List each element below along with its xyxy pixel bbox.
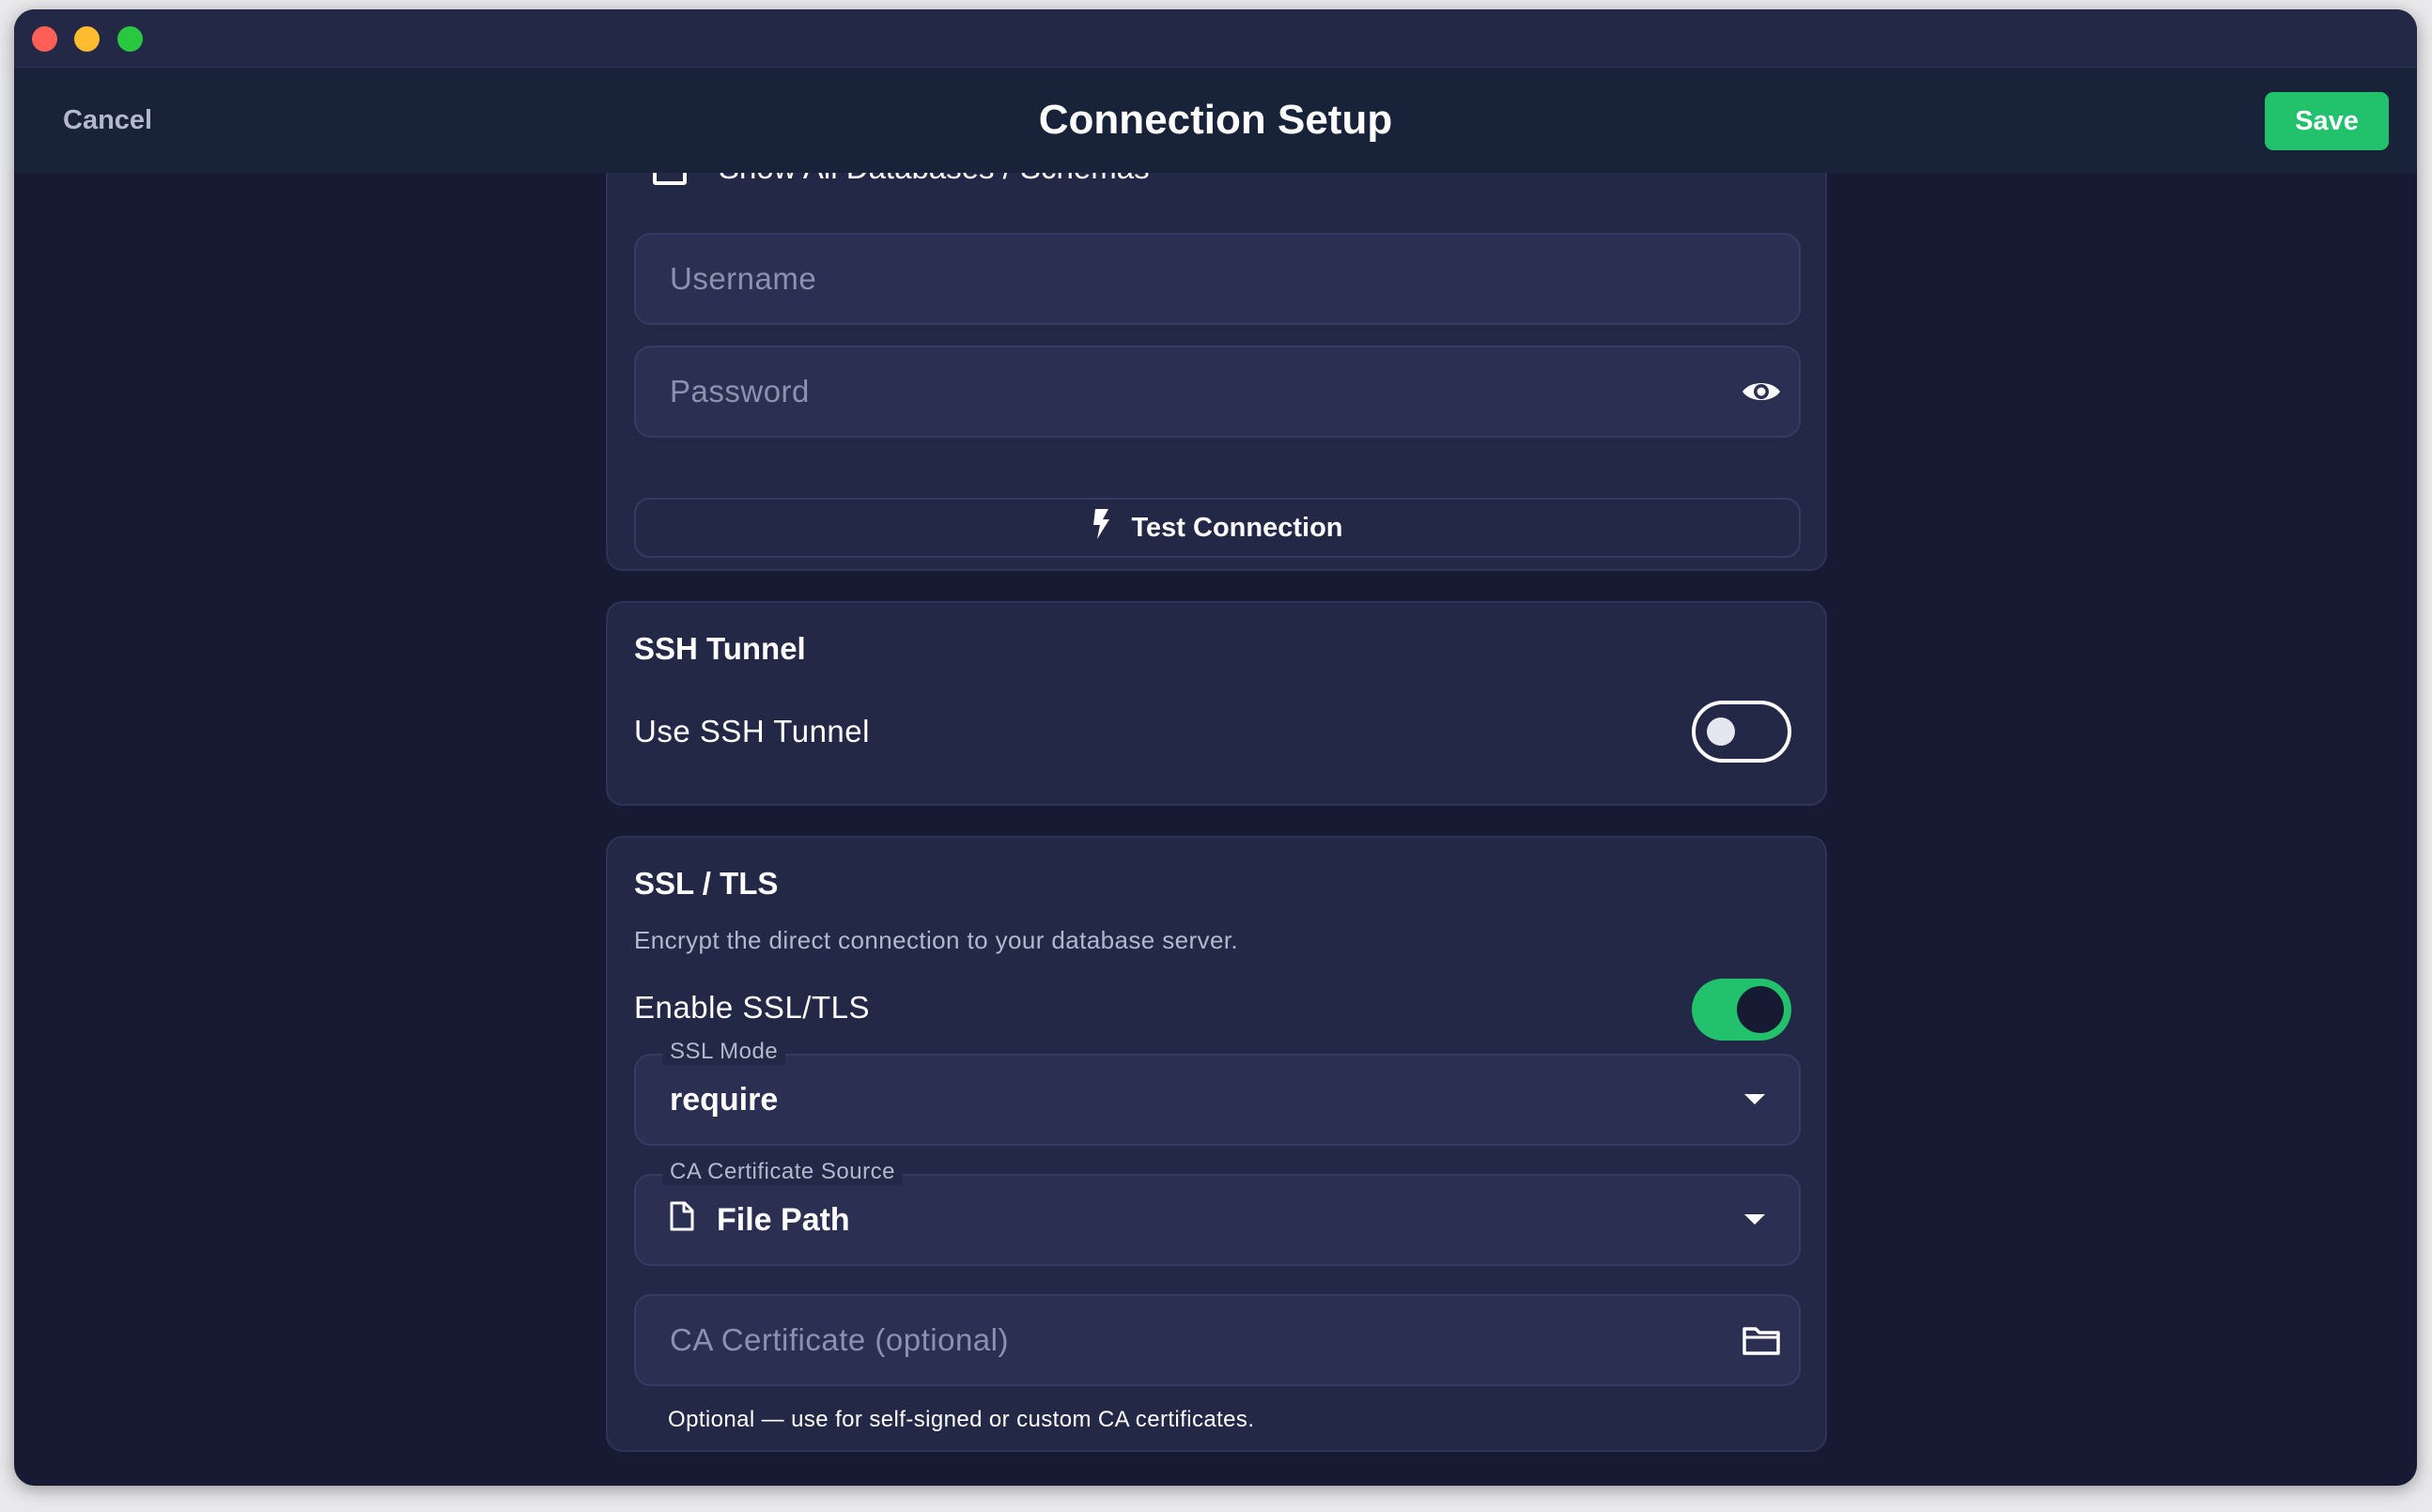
- ssl-tls-card: SSL / TLS Encrypt the direct connection …: [606, 836, 1827, 1452]
- test-connection-button[interactable]: Test Connection: [634, 498, 1801, 558]
- close-window-button[interactable]: [32, 26, 57, 52]
- enable-ssl-tls-toggle[interactable]: [1692, 979, 1791, 1041]
- page-title: Connection Setup: [1038, 97, 1393, 143]
- show-all-databases-checkbox[interactable]: [653, 173, 687, 185]
- ssl-mode-select[interactable]: SSL Mode require: [634, 1039, 1801, 1146]
- password-placeholder: Password: [670, 374, 810, 409]
- title-bar: [14, 9, 2417, 68]
- ssh-tunnel-card: SSH Tunnel Use SSH Tunnel: [606, 601, 1827, 806]
- ca-certificate-placeholder: CA Certificate (optional): [670, 1322, 1009, 1357]
- username-field[interactable]: Username: [634, 233, 1801, 325]
- scroll-content[interactable]: Show All Databases / Schemas Username Pa…: [14, 173, 2417, 1486]
- ca-certificate-source-select[interactable]: CA Certificate Source File Path: [634, 1159, 1801, 1266]
- nav-bar: Cancel Connection Setup Save: [14, 68, 2417, 173]
- file-icon: [670, 1201, 694, 1240]
- ssl-tls-title: SSL / TLS: [634, 866, 779, 901]
- show-all-databases-row[interactable]: Show All Databases / Schemas: [653, 173, 1150, 186]
- use-ssh-tunnel-label: Use SSH Tunnel: [634, 714, 870, 748]
- save-button[interactable]: Save: [2265, 92, 2389, 150]
- zoom-window-button[interactable]: [117, 26, 143, 52]
- connection-card: Show All Databases / Schemas Username Pa…: [606, 173, 1827, 571]
- ssl-tls-description: Encrypt the direct connection to your da…: [634, 926, 1239, 954]
- use-ssh-tunnel-toggle[interactable]: [1692, 701, 1791, 763]
- ca-certificate-source-value-row: File Path: [670, 1176, 850, 1264]
- ca-certificate-helper-text: Optional — use for self-signed or custom…: [668, 1407, 1255, 1432]
- password-field[interactable]: Password: [634, 346, 1801, 438]
- minimize-window-button[interactable]: [74, 26, 100, 52]
- chevron-down-icon: [1744, 1214, 1765, 1225]
- username-placeholder: Username: [670, 261, 817, 296]
- show-all-databases-label: Show All Databases / Schemas: [719, 173, 1150, 186]
- enable-ssl-tls-label: Enable SSL/TLS: [634, 990, 870, 1025]
- test-connection-label: Test Connection: [1131, 512, 1343, 543]
- ssl-mode-value: require: [670, 1081, 779, 1118]
- toggle-knob: [1737, 986, 1784, 1033]
- app-window: Cancel Connection Setup Save Show All Da…: [14, 9, 2417, 1486]
- toggle-knob: [1707, 717, 1735, 746]
- bolt-icon: [1092, 509, 1110, 547]
- ca-certificate-field[interactable]: CA Certificate (optional): [634, 1294, 1801, 1386]
- chevron-down-icon: [1744, 1094, 1765, 1104]
- folder-icon[interactable]: [1741, 1321, 1782, 1359]
- eye-icon[interactable]: [1741, 373, 1782, 410]
- ssh-tunnel-title: SSH Tunnel: [634, 631, 806, 666]
- ca-certificate-source-value: File Path: [717, 1201, 850, 1238]
